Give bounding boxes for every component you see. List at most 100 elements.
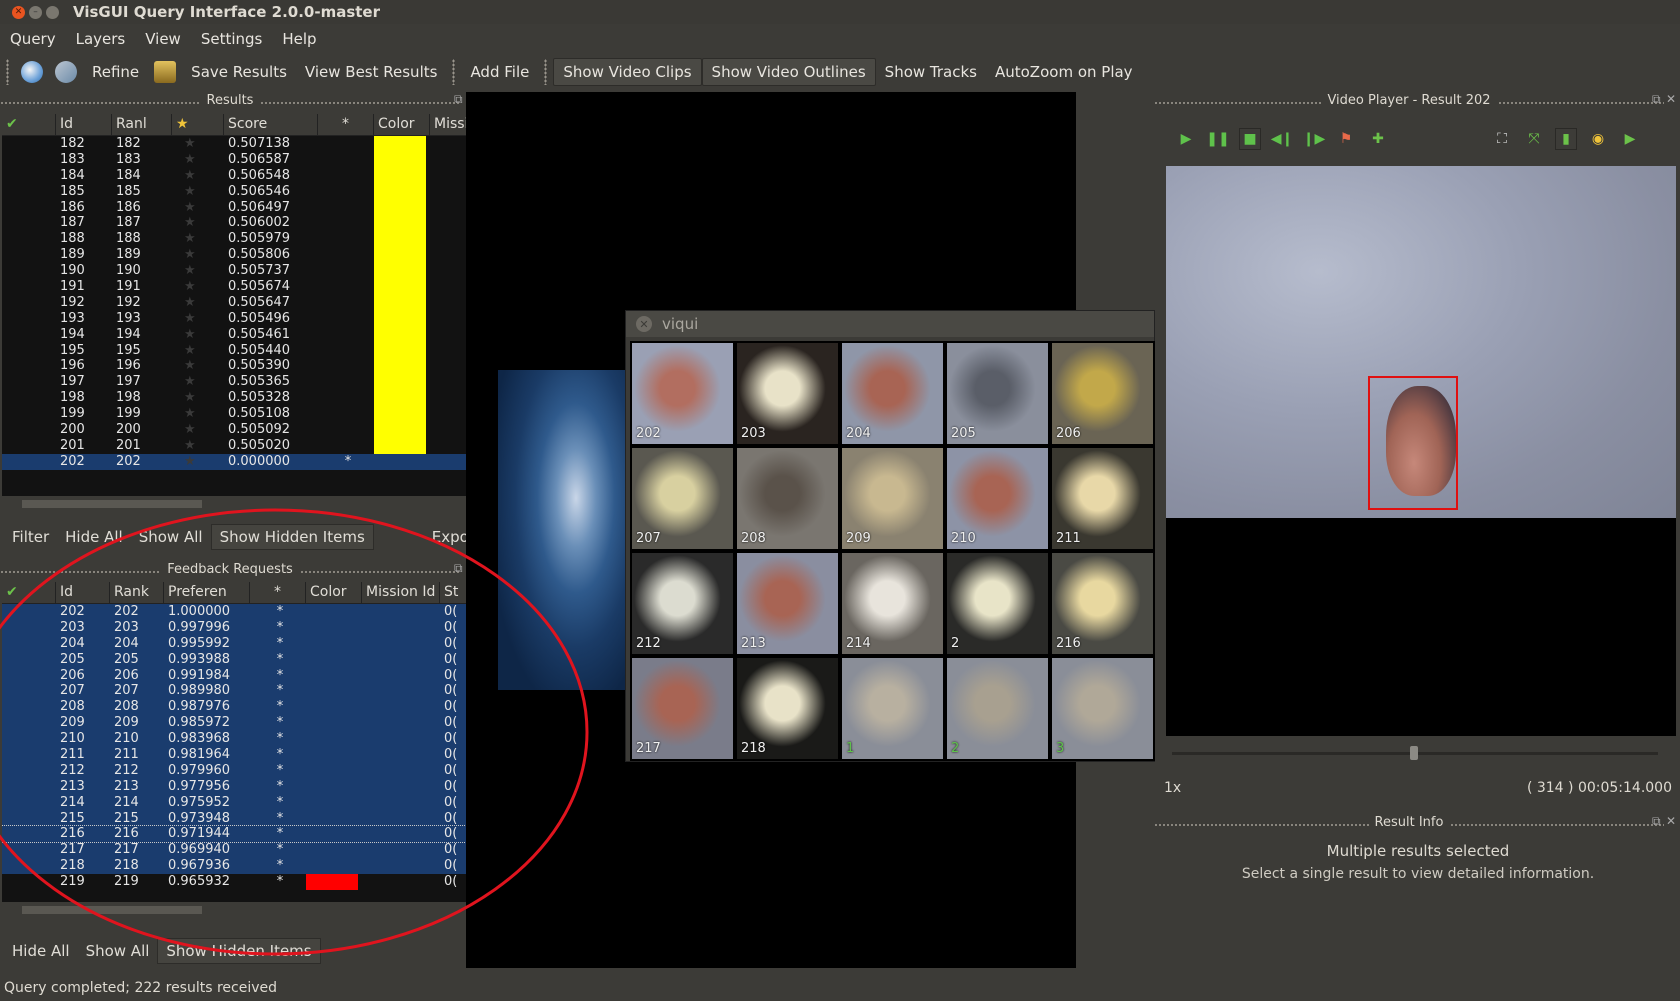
close-icon[interactable]: ✕: [12, 5, 25, 19]
dock-float-icon[interactable]: ⧉: [1652, 814, 1661, 829]
table-row[interactable]: 189 189 ★ 0.505806: [2, 247, 468, 264]
toolbar-handle[interactable]: [6, 59, 9, 85]
table-row[interactable]: 200 200 ★ 0.505092: [2, 422, 468, 438]
col-color[interactable]: Color: [374, 114, 430, 135]
globe-icon[interactable]: ◉: [1587, 128, 1609, 150]
dock-close-icon[interactable]: ✕: [1666, 814, 1676, 828]
table-row[interactable]: 199 199 ★ 0.505108: [2, 406, 468, 423]
star-icon[interactable]: ★: [172, 311, 224, 327]
star-icon[interactable]: ★: [172, 406, 224, 422]
star-icon[interactable]: ★: [172, 200, 224, 216]
star-icon[interactable]: ★: [172, 390, 224, 406]
col-flag[interactable]: *: [318, 114, 374, 135]
mark-out-icon[interactable]: ⚑: [1335, 128, 1357, 150]
results-table[interactable]: ✔ Id Ranl ★ Score * Color Mission 182182…: [2, 114, 468, 496]
close-icon[interactable]: ✕: [636, 316, 652, 332]
star-icon[interactable]: ★: [172, 358, 224, 374]
star-icon[interactable]: ★: [172, 168, 224, 184]
menu-layers[interactable]: Layers: [66, 30, 136, 48]
thumbnail-tile[interactable]: 206: [1052, 343, 1153, 444]
star-icon[interactable]: ★: [172, 136, 224, 152]
star-icon[interactable]: ★: [172, 152, 224, 168]
star-icon[interactable]: ★: [172, 295, 224, 311]
minimize-icon[interactable]: –: [29, 5, 42, 19]
save-icon[interactable]: [154, 61, 177, 83]
star-icon[interactable]: ★: [172, 374, 224, 390]
zoom-extents-icon[interactable]: ⤧: [1523, 128, 1545, 150]
star-icon[interactable]: ★: [172, 438, 224, 454]
video-player-dock-title[interactable]: Video Player - Result 202: [1154, 93, 1664, 111]
col-id[interactable]: Id: [56, 114, 112, 135]
view-best-results-button[interactable]: View Best Results: [296, 59, 447, 85]
table-row[interactable]: 197 197 ★ 0.505365: [2, 374, 468, 391]
timeline-slider[interactable]: [1410, 746, 1418, 760]
star-icon[interactable]: ★: [172, 327, 224, 343]
star-icon[interactable]: ★: [172, 231, 224, 247]
toolbar-handle[interactable]: [544, 59, 548, 85]
thumbnail-tile[interactable]: 211: [1052, 448, 1153, 549]
star-icon[interactable]: ★: [172, 279, 224, 295]
toolbar-handle[interactable]: [452, 59, 456, 85]
result-info-dock-title[interactable]: Result Info: [1154, 815, 1664, 833]
stop-icon[interactable]: ■: [1239, 128, 1261, 150]
export-video-icon[interactable]: ▶: [1619, 128, 1641, 150]
thumbnail-tile[interactable]: 213: [737, 553, 838, 654]
menu-help[interactable]: Help: [272, 30, 326, 48]
thumbnail-tile[interactable]: 208: [737, 448, 838, 549]
table-row[interactable]: 183 183 ★ 0.506587: [2, 151, 468, 168]
table-row[interactable]: 185 185 ★ 0.506546: [2, 183, 468, 200]
fit-to-window-icon[interactable]: ⛶: [1491, 128, 1513, 150]
play-icon[interactable]: ▶: [1175, 128, 1197, 150]
pause-icon[interactable]: ❚❚: [1206, 128, 1229, 150]
table-row[interactable]: 187 187 ★ 0.506002: [2, 215, 468, 232]
col-mission[interactable]: Mission: [430, 114, 468, 135]
star-icon[interactable]: ★: [172, 247, 224, 263]
col-star[interactable]: ★: [172, 114, 224, 135]
playback-speed[interactable]: 1x: [1164, 780, 1181, 796]
table-row[interactable]: 201 201 ★ 0.505020: [2, 437, 468, 454]
star-icon[interactable]: ★: [172, 184, 224, 200]
table-row[interactable]: 184 184 ★ 0.506548: [2, 167, 468, 184]
viqui-title-bar[interactable]: ✕ viqui: [626, 311, 1154, 337]
show-video-clips-button[interactable]: Show Video Clips: [553, 58, 702, 86]
table-row[interactable]: 193 193 ★ 0.505496: [2, 310, 468, 327]
col-rank[interactable]: Ranl: [112, 114, 172, 135]
thumbnail-tile[interactable]: 210: [947, 448, 1048, 549]
new-query-icon[interactable]: [21, 61, 43, 83]
menu-settings[interactable]: Settings: [191, 30, 273, 48]
table-row[interactable]: 191 191 ★ 0.505674: [2, 279, 468, 295]
thumbnail-tile[interactable]: 205: [947, 343, 1048, 444]
table-row[interactable]: 192 192 ★ 0.505647: [2, 294, 468, 311]
table-row[interactable]: 202 202 ★ 0.000000 *: [2, 453, 468, 470]
table-row[interactable]: 186 186 ★ 0.506497: [2, 199, 468, 216]
thumbnail-tile[interactable]: 1: [842, 658, 943, 759]
edit-query-icon[interactable]: [55, 61, 77, 83]
thumbnail-tile[interactable]: 214: [842, 553, 943, 654]
dock-float-icon[interactable]: ⧉: [454, 92, 463, 107]
dock-close-icon[interactable]: ✕: [1666, 92, 1676, 106]
table-row[interactable]: 182 182 ★ 0.507138: [2, 136, 468, 152]
step-forward-icon[interactable]: ❙▶: [1303, 128, 1326, 150]
thumbnail-tile[interactable]: 207: [632, 448, 733, 549]
autozoom-on-play-button[interactable]: AutoZoom on Play: [986, 59, 1142, 85]
table-row[interactable]: 190 190 ★ 0.505737: [2, 263, 468, 280]
results-dock-title[interactable]: Results: [0, 93, 460, 111]
thumbnail-tile[interactable]: 204: [842, 343, 943, 444]
thumbnail-tile[interactable]: 203: [737, 343, 838, 444]
show-tracks-button[interactable]: Show Tracks: [876, 59, 986, 85]
table-row[interactable]: 195 195 ★ 0.505440: [2, 342, 468, 359]
thumbnail-tile[interactable]: 2: [947, 658, 1048, 759]
star-icon[interactable]: ★: [172, 215, 224, 231]
thumbnail-tile[interactable]: 209: [842, 448, 943, 549]
add-clip-icon[interactable]: ✚: [1367, 128, 1389, 150]
track-icon[interactable]: ▮: [1555, 128, 1577, 150]
menu-view[interactable]: View: [135, 30, 191, 48]
dock-float-icon[interactable]: ⧉: [1652, 92, 1661, 107]
maximize-icon[interactable]: [46, 5, 59, 19]
table-row[interactable]: 188 188 ★ 0.505979: [2, 231, 468, 248]
table-row[interactable]: 198 198 ★ 0.505328: [2, 390, 468, 407]
thumbnail-tile[interactable]: 218: [737, 658, 838, 759]
table-row[interactable]: 196 196 ★ 0.505390: [2, 358, 468, 375]
save-results-button[interactable]: Save Results: [182, 59, 296, 85]
step-back-icon[interactable]: ◀❙: [1271, 128, 1294, 150]
